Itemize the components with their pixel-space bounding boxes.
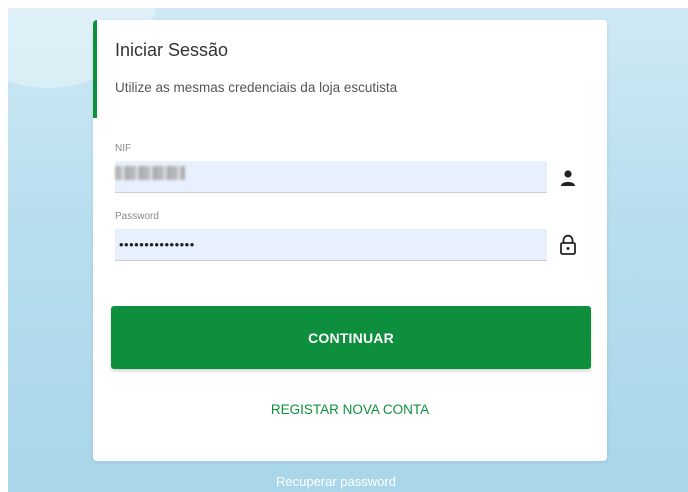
card-header: Iniciar Sessão Utilize as mesmas credenc…	[93, 20, 607, 120]
page-subtitle: Utilize as mesmas credenciais da loja es…	[115, 80, 398, 95]
login-card: Iniciar Sessão Utilize as mesmas credenc…	[93, 20, 607, 461]
nif-value-blurred	[115, 166, 185, 180]
person-icon	[559, 169, 577, 187]
page-title: Iniciar Sessão	[115, 40, 229, 60]
register-link[interactable]: REGISTAR NOVA CONTA	[93, 402, 607, 417]
nif-label: NIF	[115, 143, 132, 154]
recover-password-link[interactable]: Recuperar password	[276, 474, 396, 489]
accent-bar	[93, 20, 97, 118]
password-input[interactable]	[115, 229, 547, 261]
continue-button[interactable]: CONTINUAR	[111, 306, 591, 369]
password-label: Password	[115, 211, 159, 222]
lock-icon	[559, 234, 577, 256]
